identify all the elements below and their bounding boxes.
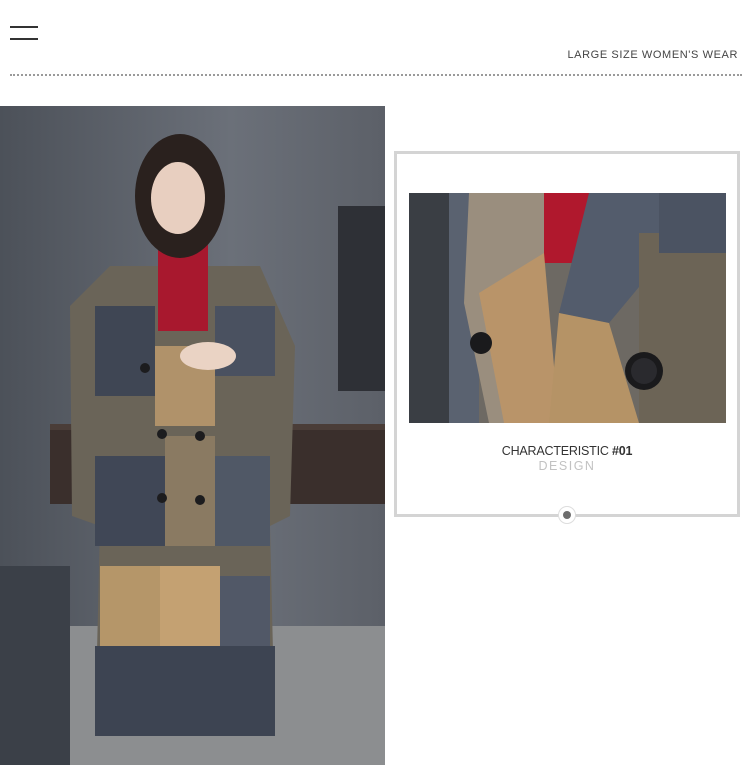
feature-card: CHARACTERISTIC #01 DESIGN — [394, 151, 740, 517]
header-tagline: LARGE SIZE WOMEN'S WEAR — [567, 49, 738, 61]
feature-title-prefix: CHARACTERISTIC — [501, 444, 612, 458]
model-photo — [0, 106, 385, 765]
hamburger-menu-icon[interactable] — [10, 26, 38, 42]
pagination-dot-fill — [563, 511, 571, 519]
coat-detail-photo — [409, 193, 726, 423]
menu-line-bottom — [10, 38, 38, 40]
dotted-divider — [10, 74, 742, 76]
feature-subtitle: DESIGN — [538, 459, 596, 473]
feature-caption: CHARACTERISTIC #01 DESIGN — [397, 444, 737, 473]
menu-line-top — [10, 26, 38, 28]
feature-number: #01 — [611, 444, 633, 458]
pagination-dot[interactable] — [558, 506, 576, 524]
feature-title: CHARACTERISTIC #01 — [397, 444, 737, 458]
